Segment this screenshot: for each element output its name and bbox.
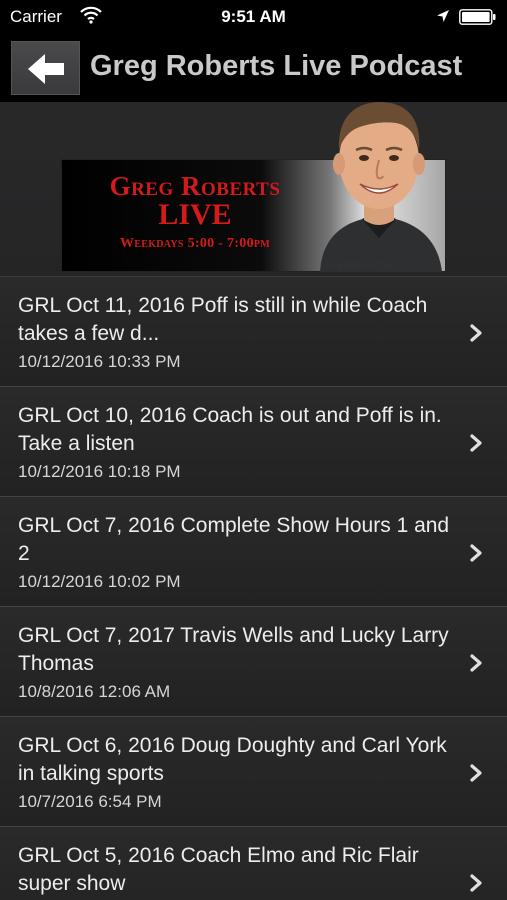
banner-small-logo: Greg Roberts LIVE <box>325 260 393 269</box>
list-item[interactable]: GRL Oct 7, 2016 Complete Show Hours 1 an… <box>0 497 507 607</box>
navigation-bar: Greg Roberts Live Podcast <box>0 34 507 102</box>
episode-date: 10/12/2016 10:02 PM <box>18 572 181 591</box>
chevron-right-icon <box>470 654 482 672</box>
chevron-right-icon <box>470 434 482 452</box>
episode-title: GRL Oct 6, 2016 Doug Doughty and Carl Yo… <box>18 734 447 785</box>
chevron-right-icon <box>470 324 482 342</box>
episode-title: GRL Oct 10, 2016 Coach is out and Poff i… <box>18 404 442 455</box>
list-item[interactable]: GRL Oct 10, 2016 Coach is out and Poff i… <box>0 387 507 497</box>
episode-title: GRL Oct 7, 2016 Complete Show Hours 1 an… <box>18 514 450 565</box>
status-bar: Carrier 9:51 AM <box>0 0 507 34</box>
banner-show-name: Greg Roberts <box>109 171 281 201</box>
episode-date: 10/12/2016 10:18 PM <box>18 462 181 481</box>
episode-date: 10/8/2016 12:06 AM <box>18 682 171 701</box>
list-item[interactable]: GRL Oct 11, 2016 Poff is still in while … <box>0 277 507 387</box>
list-item[interactable]: GRL Oct 7, 2017 Travis Wells and Lucky L… <box>0 607 507 717</box>
episode-date: 10/7/2016 6:54 PM <box>18 792 162 811</box>
episode-title: GRL Oct 7, 2017 Travis Wells and Lucky L… <box>18 624 449 675</box>
episode-title: GRL Oct 5, 2016 Coach Elmo and Ric Flair… <box>18 844 419 895</box>
list-item[interactable]: GRL Oct 5, 2016 Coach Elmo and Ric Flair… <box>0 827 507 900</box>
banner-area: Greg Roberts LIVE Weekdays 5:00 - 7:00pm <box>0 102 507 277</box>
app-screen: Carrier 9:51 AM Greg Roberts Live Podcas… <box>0 0 507 900</box>
back-button[interactable] <box>11 41 80 95</box>
banner-schedule: Weekdays 5:00 - 7:00pm <box>119 236 271 251</box>
clock-time: 9:51 AM <box>221 7 286 26</box>
page-title: Greg Roberts Live Podcast <box>90 50 463 82</box>
battery-icon <box>459 9 496 25</box>
show-banner: Greg Roberts LIVE Weekdays 5:00 - 7:00pm <box>61 102 446 272</box>
episode-list: GRL Oct 11, 2016 Poff is still in while … <box>0 277 507 900</box>
host-photo <box>320 102 442 272</box>
chevron-right-icon <box>470 764 482 782</box>
arrow-left-icon <box>28 54 64 84</box>
episode-title: GRL Oct 11, 2016 Poff is still in while … <box>18 294 428 345</box>
episode-date: 10/12/2016 10:33 PM <box>18 352 181 371</box>
chevron-right-icon <box>470 874 482 892</box>
list-item[interactable]: GRL Oct 6, 2016 Doug Doughty and Carl Yo… <box>0 717 507 827</box>
location-arrow-icon <box>437 10 449 22</box>
banner-live-label: LIVE <box>158 198 232 231</box>
chevron-right-icon <box>470 544 482 562</box>
